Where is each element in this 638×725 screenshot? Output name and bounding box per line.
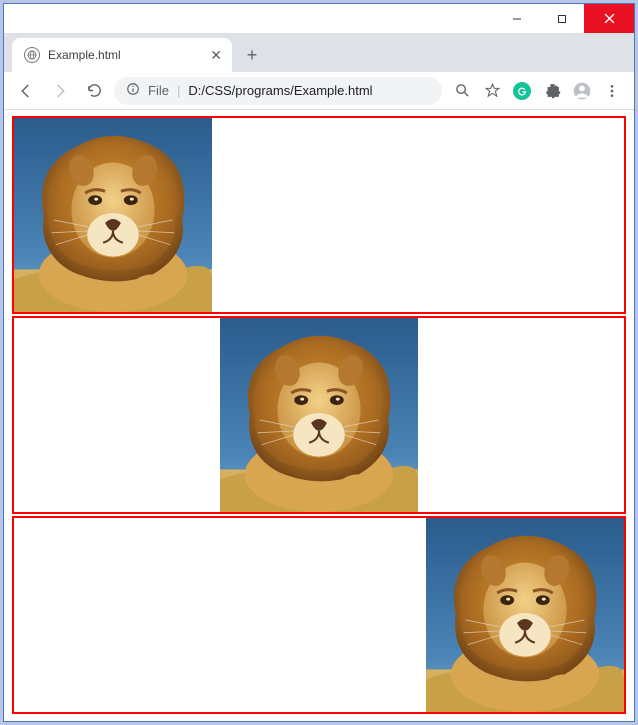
back-button[interactable] bbox=[12, 77, 40, 105]
browser-toolbar: File | D:/CSS/programs/Example.html bbox=[4, 72, 634, 110]
demo-box-left bbox=[12, 116, 626, 314]
window-titlebar bbox=[4, 4, 634, 34]
lion-image bbox=[426, 518, 624, 712]
browser-window: Example.html ✕ + File | D:/CSS/programs/… bbox=[4, 4, 634, 721]
page-content bbox=[4, 110, 634, 721]
arrow-left-icon bbox=[17, 82, 35, 100]
star-icon bbox=[484, 82, 501, 99]
profile-button[interactable] bbox=[568, 77, 596, 105]
info-icon[interactable] bbox=[126, 82, 140, 99]
bookmark-button[interactable] bbox=[478, 77, 506, 105]
user-icon bbox=[572, 81, 592, 101]
lion-image bbox=[220, 318, 418, 512]
url-separator: | bbox=[177, 83, 180, 98]
maximize-button[interactable] bbox=[539, 4, 584, 33]
forward-button[interactable] bbox=[46, 77, 74, 105]
titlebar-spacer bbox=[4, 4, 494, 33]
tab-strip: Example.html ✕ + bbox=[4, 34, 634, 72]
tab-close-button[interactable]: ✕ bbox=[210, 47, 222, 64]
tab-title: Example.html bbox=[48, 48, 121, 62]
browser-tab[interactable]: Example.html ✕ bbox=[12, 38, 232, 72]
url-text: D:/CSS/programs/Example.html bbox=[188, 83, 372, 98]
close-button[interactable] bbox=[584, 4, 634, 33]
minimize-button[interactable] bbox=[494, 4, 539, 33]
maximize-icon bbox=[557, 14, 567, 24]
menu-button[interactable] bbox=[598, 77, 626, 105]
toolbar-actions bbox=[448, 77, 626, 105]
reload-button[interactable] bbox=[80, 77, 108, 105]
kebab-icon bbox=[604, 83, 620, 99]
arrow-right-icon bbox=[51, 82, 69, 100]
grammarly-icon bbox=[513, 82, 531, 100]
zoom-button[interactable] bbox=[448, 77, 476, 105]
globe-icon bbox=[24, 47, 40, 63]
puzzle-icon bbox=[544, 82, 561, 99]
minimize-icon bbox=[512, 14, 522, 24]
url-scheme-label: File bbox=[148, 83, 169, 98]
new-tab-button[interactable]: + bbox=[238, 41, 266, 69]
lion-image bbox=[14, 118, 212, 312]
extensions-button[interactable] bbox=[538, 77, 566, 105]
reload-icon bbox=[86, 82, 103, 99]
magnifier-icon bbox=[454, 82, 471, 99]
close-icon bbox=[604, 13, 615, 24]
demo-box-right bbox=[12, 516, 626, 714]
address-bar[interactable]: File | D:/CSS/programs/Example.html bbox=[114, 77, 442, 105]
demo-box-center bbox=[12, 316, 626, 514]
grammarly-button[interactable] bbox=[508, 77, 536, 105]
